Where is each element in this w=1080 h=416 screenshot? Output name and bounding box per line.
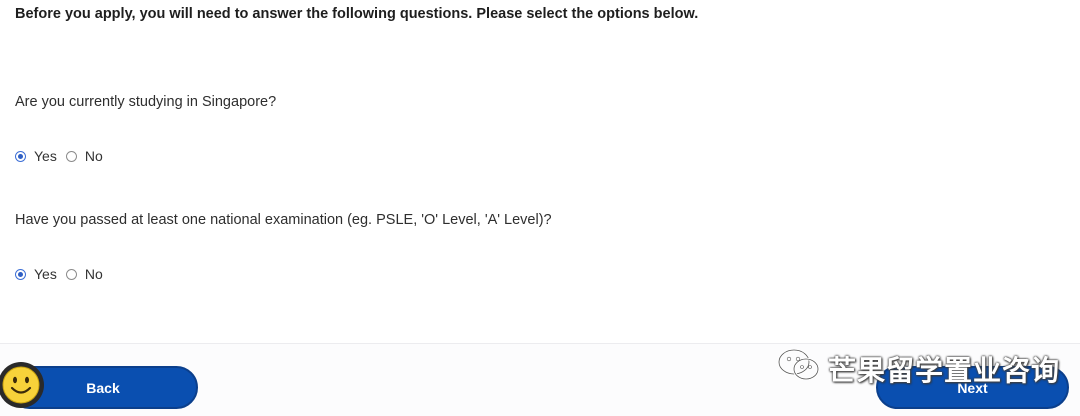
- smiley-face-icon: [0, 362, 44, 408]
- watermark: 芒果留学置业咨询: [776, 347, 1060, 390]
- radio-button[interactable]: [65, 150, 77, 162]
- radio-button-checked[interactable]: [15, 150, 26, 162]
- radio-label-no: No: [84, 266, 103, 282]
- question-studying-in-singapore: Are you currently studying in Singapore?: [15, 94, 277, 110]
- radio-button[interactable]: [65, 268, 77, 280]
- radio-button-checked[interactable]: [15, 268, 26, 280]
- question-national-examination: Have you passed at least one national ex…: [15, 212, 552, 228]
- radio-group-national-examination: Yes No: [15, 265, 112, 283]
- radio-label-yes: Yes: [34, 266, 57, 282]
- radio-label-no: No: [84, 148, 103, 164]
- watermark-text: 芒果留学置业咨询: [828, 354, 1061, 386]
- wechat-icon: [776, 347, 822, 390]
- radio-option-yes[interactable]: Yes: [15, 266, 57, 282]
- radio-label-yes: Yes: [34, 148, 57, 164]
- radio-option-no[interactable]: No: [65, 266, 103, 282]
- radio-option-no[interactable]: No: [65, 148, 103, 164]
- radio-group-studying-in-singapore: Yes No: [15, 147, 112, 165]
- intro-heading: Before you apply, you will need to answe…: [15, 6, 699, 22]
- radio-option-yes[interactable]: Yes: [15, 148, 57, 164]
